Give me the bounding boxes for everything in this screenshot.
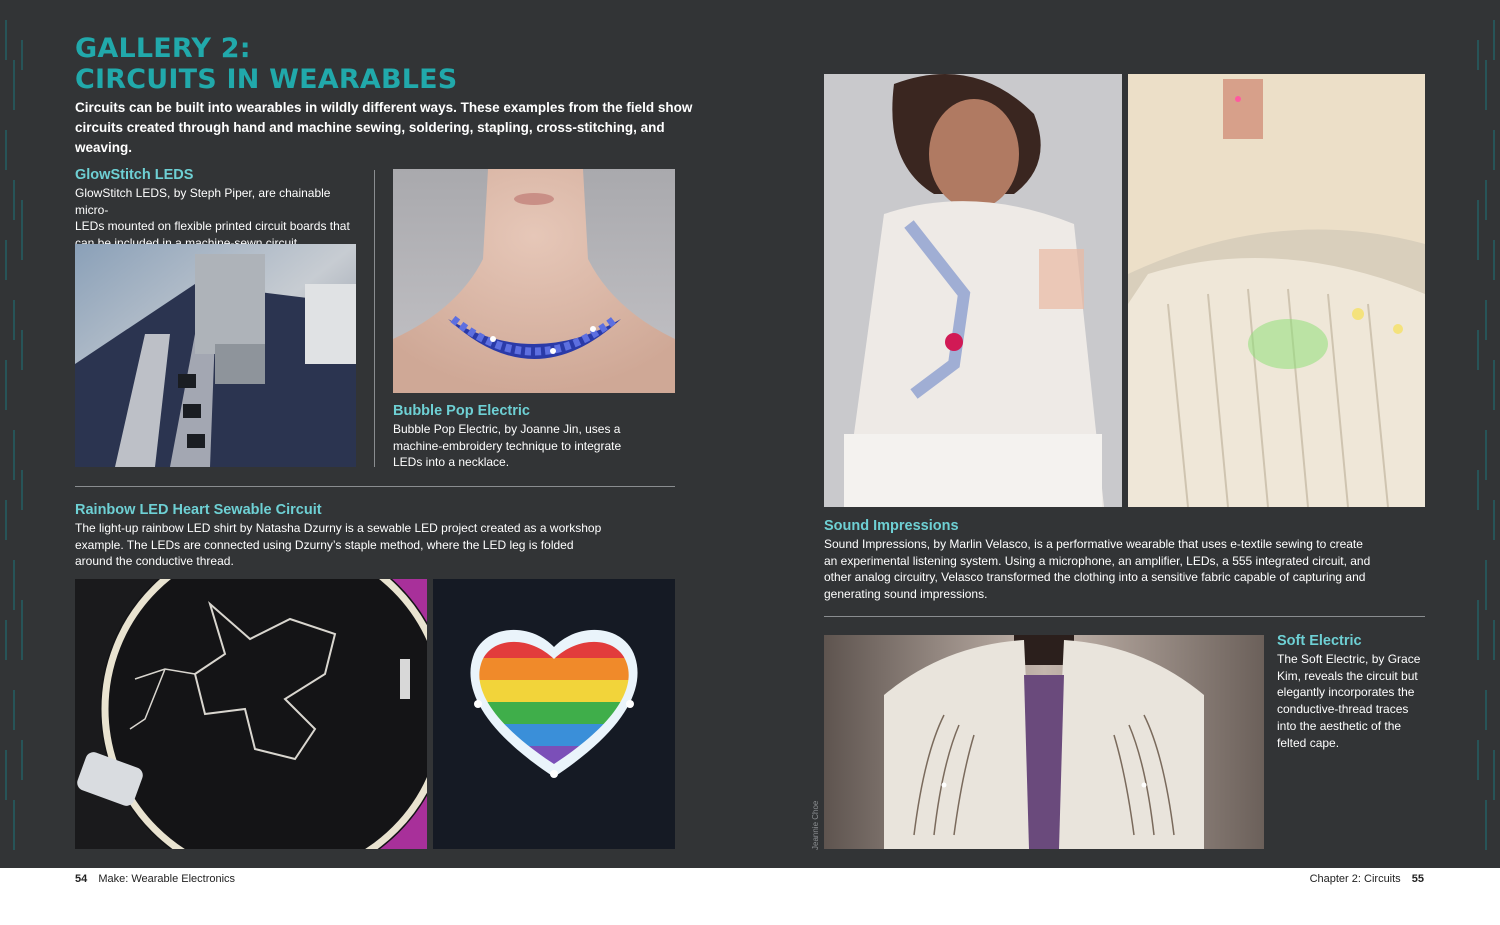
column-divider xyxy=(374,170,375,467)
footer-left: 54 Make: Wearable Electronics xyxy=(75,873,235,885)
soft-electric-cape-photo xyxy=(824,635,1264,849)
gallery-intro: Circuits can be built into wearables in … xyxy=(75,98,715,158)
gallery-title: GALLERY 2: CIRCUITS IN WEARABLES xyxy=(75,33,457,95)
embroidery-hoop-circuit-photo xyxy=(75,579,427,849)
section-divider-right xyxy=(824,616,1425,617)
sound-impressions-model-photo xyxy=(824,74,1122,507)
glowstitch-sewing-machine-photo xyxy=(75,244,356,467)
right-running-title: Circuits xyxy=(1364,873,1401,885)
photo-credit: Jeannie Choe xyxy=(811,800,820,850)
soft-electric-caption: Soft Electric The Soft Electric, by Grac… xyxy=(1277,633,1427,751)
rainbow-heart-caption: Rainbow LED Heart Sewable Circuit The li… xyxy=(75,502,675,570)
intro-line-1: Circuits can be built into wearables in … xyxy=(75,100,693,115)
rainbow-led-heart-photo xyxy=(433,579,675,849)
right-chapter-label: Chapter 2: xyxy=(1309,873,1361,885)
soft-electric-line-3: elegantly incorporates the xyxy=(1277,685,1415,700)
rainbow-heart-line-3: around the conductive thread. xyxy=(75,554,234,569)
glowstitch-line-1: GlowStitch LEDS, by Steph Piper, are cha… xyxy=(75,186,331,217)
soft-electric-line-2: Kim, reveals the circuit but xyxy=(1277,668,1418,683)
soft-electric-heading: Soft Electric xyxy=(1277,633,1362,649)
book-spread: GALLERY 2: CIRCUITS IN WEARABLES Circuit… xyxy=(0,0,1500,868)
bubble-pop-line-2: machine-embroidery technique to integrat… xyxy=(393,438,622,453)
left-running-title: Make: Wearable Electronics xyxy=(98,873,236,885)
left-page-number: 54 xyxy=(75,873,88,885)
glowstitch-caption: GlowStitch LEDS GlowStitch LEDS, by Step… xyxy=(75,167,365,252)
gallery-title-line-1: GALLERY 2: xyxy=(75,33,251,64)
sound-impressions-caption: Sound Impressions Sound Impressions, by … xyxy=(824,518,1384,603)
footer-right: Chapter 2: Circuits 55 xyxy=(1310,873,1424,885)
soft-electric-line-4: conductive-thread traces xyxy=(1277,702,1409,717)
rainbow-heart-line-1: The light-up rainbow LED shirt by Natash… xyxy=(75,521,602,535)
rainbow-heart-line-2: example. The LEDs are connected using Dz… xyxy=(75,537,574,552)
glowstitch-line-2: LEDs mounted on flexible printed circuit… xyxy=(75,219,350,234)
gallery-title-line-2: CIRCUITS IN WEARABLES xyxy=(75,64,458,95)
sound-impressions-line-2: an experimental listening system. Using … xyxy=(824,553,1371,568)
sound-impressions-line-4: generating sound impressions. xyxy=(824,587,988,602)
sound-impressions-line-3: other analog circuitry, Velasco transfor… xyxy=(824,570,1366,585)
sound-impressions-heading: Sound Impressions xyxy=(824,518,959,534)
sound-impressions-detail-photo xyxy=(1128,74,1425,507)
bubble-pop-line-1: Bubble Pop Electric, by Joanne Jin, uses… xyxy=(393,422,621,436)
soft-electric-line-1: The Soft Electric, by Grace xyxy=(1277,652,1421,666)
sound-impressions-line-1: Sound Impressions, by Marlin Velasco, is… xyxy=(824,537,1363,551)
bubble-pop-line-3: LEDs into a necklace. xyxy=(393,455,510,470)
stitch-pattern-left xyxy=(5,20,23,850)
bubble-pop-caption: Bubble Pop Electric Bubble Pop Electric,… xyxy=(393,403,675,471)
soft-electric-line-6: felted cape. xyxy=(1277,735,1340,750)
soft-electric-line-5: into the aesthetic of the xyxy=(1277,718,1402,733)
rainbow-heart-heading: Rainbow LED Heart Sewable Circuit xyxy=(75,502,322,518)
section-divider-left xyxy=(75,486,675,487)
stitch-pattern-right xyxy=(1477,20,1495,850)
bubble-pop-heading: Bubble Pop Electric xyxy=(393,403,530,419)
bubble-pop-necklace-photo xyxy=(393,169,675,393)
right-page-number: 55 xyxy=(1411,873,1424,885)
intro-line-2: circuits created through hand and machin… xyxy=(75,120,665,155)
glowstitch-heading: GlowStitch LEDS xyxy=(75,167,194,183)
